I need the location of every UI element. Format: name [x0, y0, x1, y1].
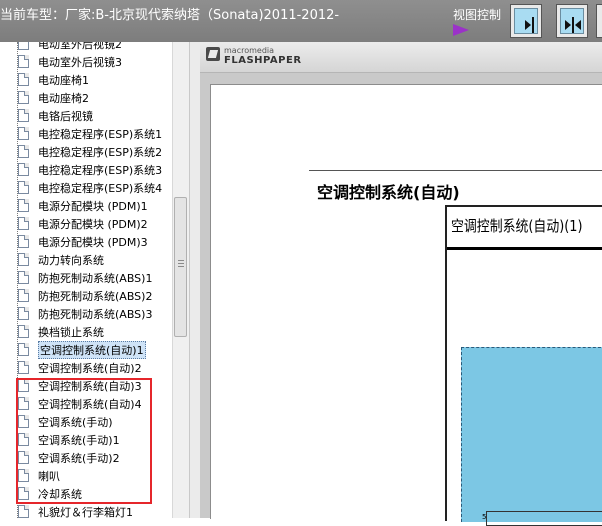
document-icon	[18, 307, 29, 320]
document-icon	[18, 289, 29, 302]
tree-item-label: 电控稳定程序(ESP)系统3	[38, 164, 163, 177]
tree-item-label: 电源分配模块 (PDM)1	[38, 200, 148, 213]
tree-item-label: 电动室外后视镜2	[38, 42, 122, 51]
diagram-number: 5	[482, 513, 487, 521]
tree-item-label: 电动室外后视镜3	[38, 56, 122, 69]
fit-button[interactable]	[596, 4, 602, 38]
tree-item[interactable]: 礼貌灯＆行李箱灯1	[0, 503, 172, 518]
single-page-button[interactable]	[510, 4, 542, 38]
diagram-line	[486, 511, 602, 512]
tree-item-label: 电控稳定程序(ESP)系统4	[38, 182, 163, 195]
tree-item-label: 电控稳定程序(ESP)系统1	[38, 128, 163, 141]
tree-item[interactable]: 电动室外后视镜2	[0, 42, 172, 53]
tree-item[interactable]: 电源分配模块 (PDM)2	[0, 215, 172, 233]
tree-item[interactable]: 电控稳定程序(ESP)系统2	[0, 143, 172, 161]
tree-item[interactable]: 电铬后视镜	[0, 107, 172, 125]
tree-item-label: 空调控制系统(自动)1	[38, 341, 146, 359]
wiring-diagram: 5	[461, 347, 602, 526]
play-icon[interactable]	[453, 24, 469, 36]
document-icon	[18, 361, 29, 374]
document-icon	[18, 109, 29, 122]
document-icon	[18, 217, 29, 230]
tree-item[interactable]: 空调控制系统(自动)2	[0, 359, 172, 377]
document-icon	[18, 271, 29, 284]
document-icon	[18, 73, 29, 86]
document-icon	[18, 91, 29, 104]
document-icon	[18, 145, 29, 158]
tree-item-label: 电动座椅1	[38, 74, 89, 87]
document-icon	[18, 42, 29, 50]
scroll-thumb[interactable]	[174, 197, 187, 337]
tree-item-label: 防抱死制动系统(ABS)2	[38, 290, 153, 303]
document-icon	[18, 127, 29, 140]
document-icon	[18, 55, 29, 68]
tree-item-label: 防抱死制动系统(ABS)1	[38, 272, 153, 285]
subtitle-rule	[447, 247, 602, 250]
tree-item[interactable]: 电动座椅2	[0, 89, 172, 107]
tree-item-label: 电动座椅2	[38, 92, 89, 105]
document-viewer: macromedia FLASHPAPER 空调控制系统(自动) 空调控制系统(…	[200, 42, 602, 526]
document-icon	[18, 505, 29, 518]
viewer-toolbar: macromedia FLASHPAPER	[200, 42, 602, 73]
tree-item-label: 空调控制系统(自动)2	[38, 362, 142, 375]
logo-bottom-text: FLASHPAPER	[224, 55, 302, 66]
tree-item[interactable]: 电控稳定程序(ESP)系统4	[0, 179, 172, 197]
document-icon	[18, 199, 29, 212]
tree-item-label: 防抱死制动系统(ABS)3	[38, 308, 153, 321]
tree-item[interactable]: 换档锁止系统	[0, 323, 172, 341]
sidebar-tree: 电动室外后视镜2 电动室外后视镜3 电动座椅1 电动座椅2 电铬后视镜电控稳定程序(ES…	[0, 42, 172, 518]
tree-item[interactable]: 防抱死制动系统(ABS)1	[0, 269, 172, 287]
document-heading: 空调控制系统(自动)	[317, 183, 460, 202]
two-page-button[interactable]	[556, 4, 588, 38]
document-icon	[18, 163, 29, 176]
tree-item[interactable]: 空调控制系统(自动)1	[0, 341, 172, 359]
tree-item-label: 电源分配模块 (PDM)3	[38, 236, 148, 249]
current-model-title: 当前车型：厂家:B-北京现代索纳塔（Sonata)2011-2012-	[0, 8, 340, 23]
document-subtitle: 空调控制系统(自动)(1)	[451, 217, 583, 235]
document-icon	[18, 253, 29, 266]
page-divider	[309, 170, 602, 171]
tree-item[interactable]: 电源分配模块 (PDM)1	[0, 197, 172, 215]
tree-item-label: 动力转向系统	[38, 254, 104, 267]
tree-item[interactable]: 电动座椅1	[0, 71, 172, 89]
single-page-icon	[514, 8, 538, 34]
tree-item[interactable]: 电源分配模块 (PDM)3	[0, 233, 172, 251]
tree-item[interactable]: 电控稳定程序(ESP)系统1	[0, 125, 172, 143]
tree-item[interactable]: 防抱死制动系统(ABS)3	[0, 305, 172, 323]
diagram-frame: 空调控制系统(自动)(1) 5	[445, 205, 602, 526]
document-icon	[18, 235, 29, 248]
sidebar-scrollbar[interactable]	[172, 42, 189, 518]
view-control-label: 视图控制	[453, 8, 502, 22]
tree-item[interactable]: 防抱死制动系统(ABS)2	[0, 287, 172, 305]
tree-item[interactable]: 动力转向系统	[0, 251, 172, 269]
tree-item-label: 电源分配模块 (PDM)2	[38, 218, 148, 231]
tree-item-label: 电控稳定程序(ESP)系统2	[38, 146, 163, 159]
two-page-icon	[560, 8, 584, 34]
document-icon	[18, 325, 29, 338]
pane-splitter[interactable]	[189, 42, 200, 518]
flashpaper-logo-icon	[206, 47, 220, 61]
title-bar: 当前车型：厂家:B-北京现代索纳塔（Sonata)2011-2012- 视图控制	[0, 0, 602, 42]
logo-top-text: macromedia	[224, 46, 275, 55]
highlight-box	[16, 378, 152, 504]
document-icon	[18, 343, 29, 356]
tree-item[interactable]: 电控稳定程序(ESP)系统3	[0, 161, 172, 179]
document-icon	[18, 181, 29, 194]
document-page[interactable]: 空调控制系统(自动) 空调控制系统(自动)(1) 5	[210, 84, 602, 526]
tree-item-label: 礼貌灯＆行李箱灯1	[38, 506, 133, 518]
tree-item-label: 换档锁止系统	[38, 326, 104, 339]
tree-item[interactable]: 电动室外后视镜3	[0, 53, 172, 71]
tree-item-label: 电铬后视镜	[38, 110, 93, 123]
